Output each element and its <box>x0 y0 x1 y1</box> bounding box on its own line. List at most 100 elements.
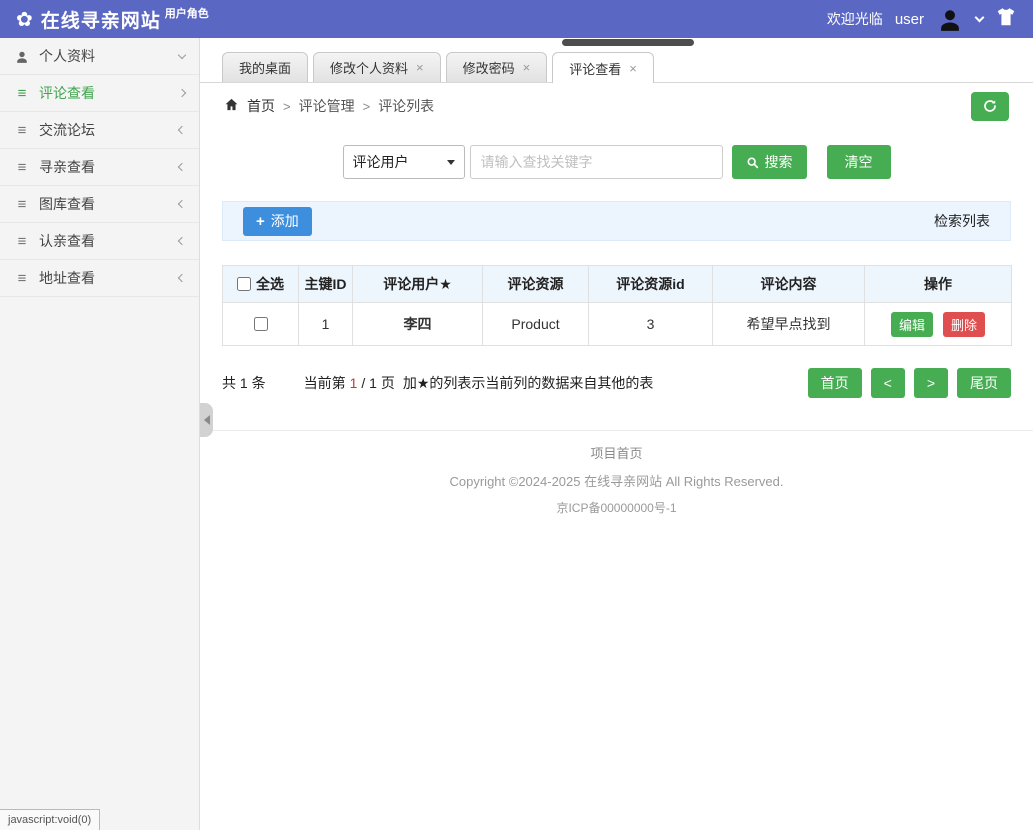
selected-option-label: 评论用户 <box>352 154 409 170</box>
sidebar-item-gallery[interactable]: ≡ 图库查看 <box>0 186 199 223</box>
sidebar-item-forum[interactable]: ≡ 交流论坛 <box>0 112 199 149</box>
footer-icp-number: 京ICP备00000000号-1 <box>556 501 677 515</box>
select-all-checkbox[interactable] <box>237 277 251 291</box>
search-filter-row: 评论用户 搜索 清空 <box>200 145 1033 179</box>
status-text: javascript:void(0) <box>8 814 92 826</box>
close-icon[interactable]: × <box>629 62 637 75</box>
welcome-text: 欢迎光临 <box>826 11 883 27</box>
header-primary-id: 主键ID <box>298 265 353 303</box>
cell-primary-id: 1 <box>298 302 353 346</box>
refresh-button[interactable] <box>971 91 1009 121</box>
first-page-button[interactable]: 首页 <box>807 368 862 398</box>
add-button-label: 添加 <box>270 213 299 229</box>
breadcrumb-item-comment-list: 评论列表 <box>378 98 435 114</box>
browser-status-bar: javascript:void(0) <box>0 809 101 830</box>
sidebar-item-family-search[interactable]: ≡ 寻亲查看 <box>0 149 199 186</box>
add-button[interactable]: + 添加 <box>243 206 312 236</box>
search-field-select[interactable]: 评论用户 <box>342 145 465 179</box>
sidebar-item-address[interactable]: ≡ 地址查看 <box>0 260 199 297</box>
person-icon <box>941 10 959 31</box>
header-comment-resource: 评论资源 <box>482 265 589 303</box>
chevron-left-icon <box>177 125 187 135</box>
delete-button[interactable]: 删除 <box>942 311 985 337</box>
tab-label: 我的桌面 <box>239 61 292 76</box>
page-footer: 项目首页 Copyright ©2024-2025 在线寻亲网站 All Rig… <box>200 430 1033 516</box>
sidebar-collapse-handle[interactable] <box>200 403 213 437</box>
tab-change-password[interactable]: 修改密码 × <box>445 52 548 82</box>
sidebar-item-recognition[interactable]: ≡ 认亲查看 <box>0 223 199 260</box>
pagination-buttons: 首页 < > 尾页 <box>807 368 1011 398</box>
tab-label: 修改密码 <box>462 61 515 76</box>
plus-icon: + <box>256 212 265 230</box>
comments-table: 全选 主键ID 评论用户★ 评论资源 评论资源id 评论内容 操作 1 李四 P… <box>222 265 1012 346</box>
sidebar: 个人资料 ≡ 评论查看 ≡ 交流论坛 ≡ 寻亲查看 ≡ 图库查看 ≡ 认亲查看 … <box>0 38 200 830</box>
sidebar-item-label: 寻亲查看 <box>39 159 95 175</box>
breadcrumb-home-link[interactable]: 首页 <box>247 96 275 116</box>
search-icon <box>747 157 758 168</box>
header-right-group: 欢迎光临 user <box>827 5 1017 33</box>
tshirt-icon[interactable] <box>995 6 1017 33</box>
list-title-label: 检索列表 <box>934 213 990 229</box>
menu-list-icon: ≡ <box>17 195 27 213</box>
last-page-button[interactable]: 尾页 <box>957 368 1011 398</box>
triangle-left-icon <box>203 415 210 425</box>
clear-button-label: 清空 <box>844 154 873 170</box>
total-count-label: 共 1 条 <box>222 375 266 391</box>
tab-my-desktop[interactable]: 我的桌面 <box>222 52 309 82</box>
chevron-down-icon <box>177 50 187 59</box>
footer-home-link[interactable]: 项目首页 <box>200 443 1033 462</box>
main-content: 我的桌面 修改个人资料 × 修改密码 × 评论查看 × 首页 > 评论管理 > … <box>200 38 1033 830</box>
chevron-left-icon <box>177 199 187 209</box>
prev-page-button[interactable]: < <box>870 368 905 398</box>
cell-actions: 编辑 删除 <box>864 302 1012 346</box>
pagination-bar: 共 1 条 当前第 1 / 1 页 加★的列表示当前列的数据来自其他的表 首页 … <box>222 368 1011 398</box>
chevron-left-icon <box>177 273 187 283</box>
row-checkbox[interactable] <box>253 317 268 331</box>
chevron-down-icon[interactable] <box>974 12 985 23</box>
sidebar-item-comments[interactable]: ≡ 评论查看 <box>0 75 199 112</box>
sidebar-item-label: 认亲查看 <box>39 233 95 249</box>
menu-list-icon: ≡ <box>17 84 27 102</box>
breadcrumb-separator: > <box>283 98 291 114</box>
cell-comment-user: 李四 <box>352 302 483 346</box>
sidebar-item-label: 图库查看 <box>39 196 95 212</box>
header-comment-user: 评论用户★ <box>352 265 483 303</box>
tab-label: 修改个人资料 <box>330 61 409 76</box>
dropdown-caret-icon <box>446 159 455 165</box>
sidebar-item-label: 交流论坛 <box>39 122 95 138</box>
tab-comments-view[interactable]: 评论查看 × <box>552 52 654 83</box>
cell-comment-resource-id: 3 <box>588 302 713 346</box>
cell-comment-resource: Product <box>482 302 589 346</box>
tab-edit-profile[interactable]: 修改个人资料 × <box>313 52 441 82</box>
header-actions: 操作 <box>864 265 1012 303</box>
table-row: 1 李四 Product 3 希望早点找到 编辑 删除 <box>222 302 1012 346</box>
next-page-button[interactable]: > <box>913 368 948 398</box>
table-header-row: 全选 主键ID 评论用户★ 评论资源 评论资源id 评论内容 操作 <box>222 265 1012 303</box>
top-header-bar: ✿ 在线寻亲网站 用户角色 欢迎光临 user <box>0 0 1033 38</box>
edit-button[interactable]: 编辑 <box>891 311 934 337</box>
menu-list-icon: ≡ <box>17 158 27 176</box>
search-button[interactable]: 搜索 <box>731 145 807 179</box>
menu-list-icon: ≡ <box>17 269 27 287</box>
clear-button[interactable]: 清空 <box>826 145 891 179</box>
close-icon[interactable]: × <box>416 61 424 74</box>
chevron-left-icon <box>177 236 187 246</box>
user-avatar[interactable] <box>936 5 964 33</box>
site-title: 在线寻亲网站 <box>40 10 161 32</box>
person-icon <box>14 48 30 65</box>
star-note-label: 加★的列表示当前列的数据来自其他的表 <box>402 375 654 391</box>
flower-logo-icon: ✿ <box>16 8 33 31</box>
footer-copyright: Copyright ©2024-2025 在线寻亲网站 All Rights R… <box>449 474 784 489</box>
breadcrumb-item-comment-management: 评论管理 <box>298 98 355 114</box>
sidebar-item-profile[interactable]: 个人资料 <box>0 38 199 75</box>
home-icon <box>224 97 239 115</box>
breadcrumb: 首页 > 评论管理 > 评论列表 <box>200 83 1033 129</box>
refresh-icon <box>984 100 996 112</box>
tab-label: 评论查看 <box>569 61 622 77</box>
sidebar-item-label: 个人资料 <box>39 48 95 64</box>
search-keyword-input[interactable] <box>469 145 723 179</box>
current-page-number: 1 <box>349 375 358 391</box>
horizontal-scrollbar-thumb[interactable] <box>562 39 694 46</box>
header-select-all: 全选 <box>222 265 299 303</box>
close-icon[interactable]: × <box>523 61 531 74</box>
